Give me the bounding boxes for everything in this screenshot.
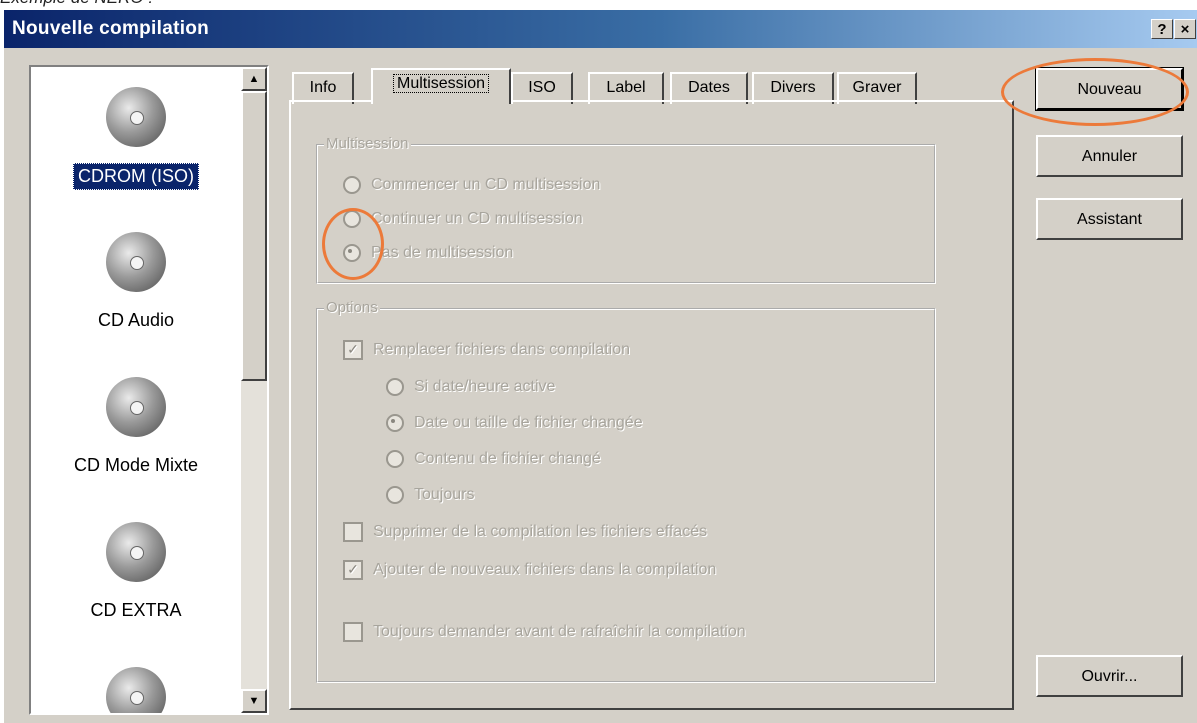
checkbox-add-new-files[interactable]: ✓ Ajouter de nouveaux fichiers dans la co… <box>343 560 716 580</box>
radio-continue-multisession[interactable]: Continuer un CD multisession <box>343 210 583 228</box>
radio-start-multisession[interactable]: Commencer un CD multisession <box>343 176 600 194</box>
list-scrollbar[interactable]: ▲ ▼ <box>241 67 267 713</box>
cd-extra-icon <box>106 522 166 582</box>
list-item-label: CDROM (ISO) <box>73 163 199 190</box>
list-item-cd-mode-mixte[interactable]: CD Mode Mixte <box>31 377 241 478</box>
options-group: Options ✓ Remplacer fichiers dans compila… <box>316 299 936 683</box>
checkbox-always-ask[interactable]: Toujours demander avant de rafraîchir la… <box>343 622 746 642</box>
new-button[interactable]: Nouveau <box>1035 67 1184 111</box>
list-item-label: CD Audio <box>97 310 175 330</box>
radio-icon <box>343 176 361 194</box>
checkbox-checked-icon: ✓ <box>343 340 363 360</box>
compilation-type-list[interactable]: CDROM (ISO) CD Audio CD Mode Mixte CD EX… <box>29 65 269 715</box>
list-item-label: CD Mode Mixte <box>73 455 199 475</box>
checkbox-replace-files[interactable]: ✓ Remplacer fichiers dans compilation <box>343 340 630 360</box>
radio-if-datetime[interactable]: Si date/heure active <box>386 378 555 396</box>
tab-panel-multisession: Multisession Commencer un CD multisessio… <box>289 100 1014 710</box>
tab-multisession[interactable]: Multisession <box>371 68 511 104</box>
cd-icon <box>106 667 166 713</box>
radio-no-multisession[interactable]: Pas de multisession <box>343 244 513 262</box>
close-button[interactable]: × <box>1174 19 1196 39</box>
group-legend: Options <box>324 299 380 316</box>
radio-icon <box>386 378 404 396</box>
list-item-label: CD EXTRA <box>90 600 182 620</box>
cd-audio-icon <box>106 232 166 292</box>
multisession-group: Multisession Commencer un CD multisessio… <box>316 135 936 284</box>
title-bar: Nouvelle compilation ? × <box>4 10 1197 48</box>
wizard-button[interactable]: Assistant <box>1036 198 1183 240</box>
list-item-cd-audio[interactable]: CD Audio <box>31 232 241 333</box>
checkbox-icon <box>343 622 363 642</box>
radio-icon <box>386 486 404 504</box>
scroll-up-icon[interactable]: ▲ <box>241 67 267 91</box>
list-item-cd[interactable] <box>31 667 241 713</box>
radio-content-changed[interactable]: Contenu de fichier changé <box>386 450 601 468</box>
list-item-cdrom-iso[interactable]: CDROM (ISO) <box>31 87 241 190</box>
checkbox-icon <box>343 522 363 542</box>
scroll-down-icon[interactable]: ▼ <box>241 689 267 713</box>
radio-icon <box>386 450 404 468</box>
radio-selected-icon <box>343 244 361 262</box>
cd-mixed-icon <box>106 377 166 437</box>
list-item-cd-extra[interactable]: CD EXTRA <box>31 522 241 623</box>
group-legend: Multisession <box>324 135 411 152</box>
scroll-thumb[interactable] <box>241 91 267 381</box>
caption: Exemple de NERO : <box>0 0 153 8</box>
radio-always[interactable]: Toujours <box>386 486 474 504</box>
radio-date-size-changed[interactable]: Date ou taille de fichier changée <box>386 414 643 432</box>
dialog-window: Nouvelle compilation ? × CDROM (ISO) CD … <box>4 10 1197 723</box>
radio-icon <box>343 210 361 228</box>
window-title: Nouvelle compilation <box>12 18 210 39</box>
checkbox-remove-deleted[interactable]: Supprimer de la compilation les fichiers… <box>343 522 707 542</box>
checkbox-checked-icon: ✓ <box>343 560 363 580</box>
help-button[interactable]: ? <box>1151 19 1173 39</box>
cd-rom-icon <box>106 87 166 147</box>
cancel-button[interactable]: Annuler <box>1036 135 1183 177</box>
open-button[interactable]: Ouvrir... <box>1036 655 1183 697</box>
radio-selected-icon <box>386 414 404 432</box>
